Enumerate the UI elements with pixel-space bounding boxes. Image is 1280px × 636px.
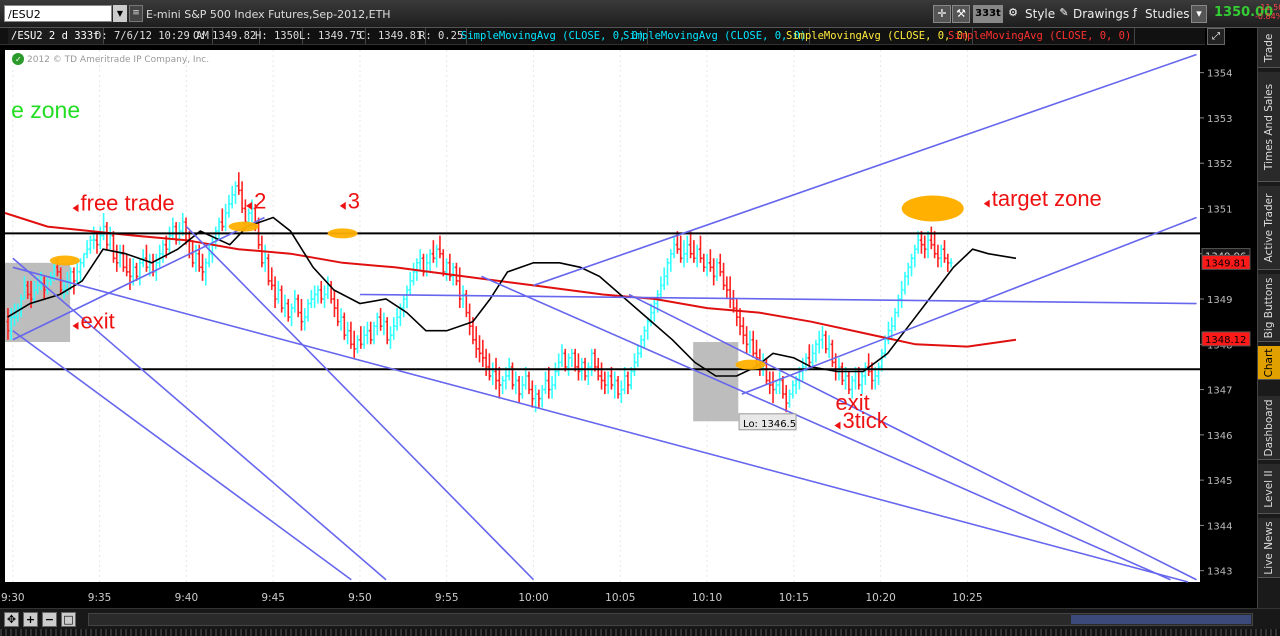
side-tab-label: Times And Sales xyxy=(1263,83,1275,170)
symbol-dropdown-icon[interactable]: ▼ xyxy=(113,5,127,22)
side-tab-label: Level II xyxy=(1263,469,1275,508)
side-tab-label: Dashboard xyxy=(1263,399,1275,456)
annotation-6: target zone xyxy=(992,186,1102,211)
marker-ellipse-2 xyxy=(327,228,358,239)
pan-icon[interactable]: ✥ xyxy=(4,612,19,627)
side-tab-chart[interactable]: Chart xyxy=(1258,346,1280,380)
low-label: Lo: 1346.5 xyxy=(738,413,797,431)
menu-icon[interactable]: ≡ xyxy=(129,5,143,22)
chart-toolbar: /ESU2 ▼ ≡ E-mini S&P 500 Index Futures,S… xyxy=(0,0,1280,28)
y-tick-1345: 1345 xyxy=(1207,476,1232,487)
copyright-text: 2012 © TD Ameritrade IP Company, Inc. xyxy=(27,55,209,65)
crosshair-icon[interactable]: ✛ xyxy=(933,5,951,23)
symbol-input[interactable]: /ESU2 xyxy=(4,5,112,22)
style-icon[interactable]: ⚙ xyxy=(1005,5,1021,23)
instrument-title: E-mini S&P 500 Index Futures,Sep-2012,ET… xyxy=(146,8,391,21)
study-label-2[interactable]: SimpleMovingAvg (CLOSE, 0, 0) xyxy=(620,28,811,44)
zoom-out-icon[interactable]: − xyxy=(42,612,57,627)
net-change: -11.50 -0.84% xyxy=(1255,3,1280,21)
low-label-text: Lo: 1346.5 xyxy=(743,419,796,430)
tda-logo-mark: ✓ xyxy=(15,55,22,64)
x-tick-9:55: 9:55 xyxy=(435,592,459,604)
price-bubble-text: 1349.81 xyxy=(1205,258,1246,269)
footer-strip xyxy=(0,629,1280,636)
y-tick-1353: 1353 xyxy=(1207,114,1232,125)
pencil-icon[interactable]: ✎ xyxy=(1056,5,1072,23)
side-tab-label: Trade xyxy=(1263,33,1275,62)
zoom-fit-icon[interactable]: □ xyxy=(61,612,76,627)
x-tick-9:50: 9:50 xyxy=(348,592,372,604)
x-tick-10:25: 10:25 xyxy=(952,592,982,604)
side-tab-label: Big Buttons xyxy=(1263,277,1275,338)
x-tick-9:35: 9:35 xyxy=(88,592,112,604)
gear-icon[interactable]: ▾ xyxy=(1191,5,1207,23)
studies-button[interactable]: Studies xyxy=(1145,5,1190,23)
side-tab-trade[interactable]: Trade xyxy=(1258,28,1280,68)
net-change-value: -11.50 xyxy=(1257,3,1280,12)
x-tick-10:05: 10:05 xyxy=(605,592,635,604)
expand-icon[interactable]: ⤢ xyxy=(1207,28,1225,45)
x-tick-9:45: 9:45 xyxy=(261,592,285,604)
copyright-group: ✓ 2012 © TD Ameritrade IP Company, Inc. xyxy=(12,53,209,65)
chart-info-bar: /ESU2 2 d 333t D: 7/6/12 10:29 AM O: 134… xyxy=(0,28,1205,45)
price-bubble-text: 1348.12 xyxy=(1205,335,1246,346)
style-button[interactable]: Style xyxy=(1025,5,1055,23)
x-tick-9:40: 9:40 xyxy=(175,592,199,604)
side-tab-label: Chart xyxy=(1263,348,1275,377)
scroll-thumb[interactable] xyxy=(1071,615,1251,624)
wrench-icon[interactable]: ⚒ xyxy=(952,5,970,23)
x-tick-9:30: 9:30 xyxy=(1,592,25,604)
studies-icon[interactable]: ƒ xyxy=(1127,5,1143,23)
y-tick-1352: 1352 xyxy=(1207,159,1232,170)
price-chart[interactable]: e zonefree trade 2 3exittarget zoneexit3ti… xyxy=(0,45,1257,608)
side-tab-times-and-sales[interactable]: Times And Sales xyxy=(1258,72,1280,182)
symbol-period[interactable]: /ESU2 2 d 333t xyxy=(8,28,104,44)
annotation-3: 2 xyxy=(254,188,266,213)
side-tab-label: Live News xyxy=(1263,520,1275,575)
y-tick-1354: 1354 xyxy=(1207,69,1232,80)
bottom-bar: ✥ + − □ xyxy=(0,608,1280,636)
shaded-box-2 xyxy=(693,342,739,422)
y-tick-1344: 1344 xyxy=(1207,521,1232,532)
drawings-button[interactable]: Drawings xyxy=(1073,5,1129,23)
y-tick-1351: 1351 xyxy=(1207,204,1232,215)
marker-ellipse-1 xyxy=(228,221,259,232)
aggregation-badge[interactable]: 333t xyxy=(973,5,1003,23)
y-tick-1343: 1343 xyxy=(1207,567,1232,578)
marker-ellipse-3 xyxy=(49,255,80,266)
side-tab-live-news[interactable]: Live News xyxy=(1258,518,1280,578)
x-tick-10:10: 10:10 xyxy=(692,592,722,604)
time-scrollbar[interactable] xyxy=(88,613,1253,626)
side-tab-level-ii[interactable]: Level II xyxy=(1258,464,1280,514)
bar-open: O: 1349.82 xyxy=(190,28,261,44)
target-ellipse xyxy=(901,195,964,222)
y-tick-1347: 1347 xyxy=(1207,386,1232,397)
y-tick-1346: 1346 xyxy=(1207,431,1232,442)
side-tab-dashboard[interactable]: Dashboard xyxy=(1258,396,1280,460)
price-axis xyxy=(1200,50,1257,582)
annotation-5: exit xyxy=(81,308,115,333)
price-bubble-2: 1349.81 xyxy=(1201,254,1251,270)
side-tab-active-trader[interactable]: Active Trader xyxy=(1258,186,1280,270)
x-tick-10:00: 10:00 xyxy=(518,592,548,604)
y-tick-1349: 1349 xyxy=(1207,295,1232,306)
x-tick-10:20: 10:20 xyxy=(866,592,896,604)
side-tab-big-buttons[interactable]: Big Buttons xyxy=(1258,274,1280,342)
study-label-4[interactable]: SimpleMovingAvg (CLOSE, 0, 0) xyxy=(945,28,1136,44)
side-tab-label: Active Trader xyxy=(1263,193,1275,262)
zoom-in-icon[interactable]: + xyxy=(23,612,38,627)
marker-ellipse-4 xyxy=(735,359,766,370)
annotation-2: free trade xyxy=(81,191,175,216)
net-change-percent: -0.84% xyxy=(1255,12,1280,21)
annotation-1: e zone xyxy=(11,97,80,123)
plot-area xyxy=(5,50,1200,582)
price-bubble-3: 1348.12 xyxy=(1201,331,1251,347)
side-tab-bar: Trade Times And Sales Active Trader Big … xyxy=(1257,28,1280,608)
annotation-8: 3tick xyxy=(842,408,888,433)
annotation-4: 3 xyxy=(348,188,360,213)
x-tick-10:15: 10:15 xyxy=(779,592,809,604)
